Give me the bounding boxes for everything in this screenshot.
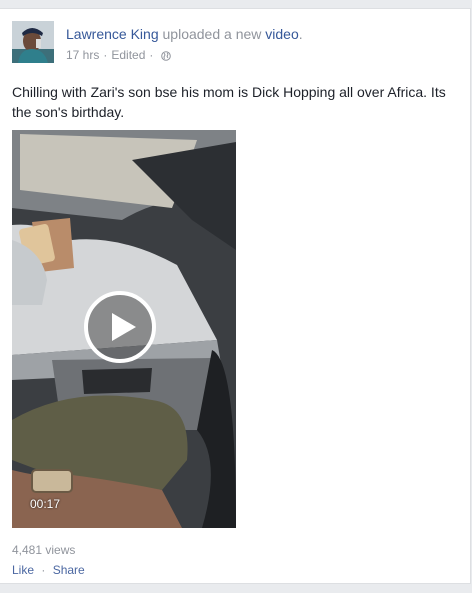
view-count: 4,481 views [12,543,76,557]
share-link[interactable]: Share [53,563,85,577]
video-duration: 00:17 [30,497,61,511]
action-separator: · [41,563,46,577]
avatar[interactable] [12,21,54,63]
post-timestamp[interactable]: 17 hrs [66,48,99,62]
video-link[interactable]: video [265,26,298,42]
header-period: . [298,26,303,42]
post-header: Lawrence King uploaded a new video. [66,26,303,42]
like-link[interactable]: Like [12,563,34,577]
author-name-link[interactable]: Lawrence King [66,26,159,42]
meta-separator: · [103,48,108,62]
video-player[interactable]: 00:17 [12,130,236,528]
play-icon [84,291,156,363]
meta-separator: · [149,48,154,62]
action-text: uploaded a new [162,26,262,42]
globe-icon[interactable] [161,50,172,61]
post-text: Chilling with Zari's son bse his mom is … [12,84,446,120]
post-actions: Like · Share [12,563,85,577]
edited-label[interactable]: Edited [111,48,145,62]
play-button[interactable] [83,290,157,364]
post-meta: 17 hrs · Edited · [66,48,172,62]
post-card: Lawrence King uploaded a new video. 17 h… [0,8,471,584]
